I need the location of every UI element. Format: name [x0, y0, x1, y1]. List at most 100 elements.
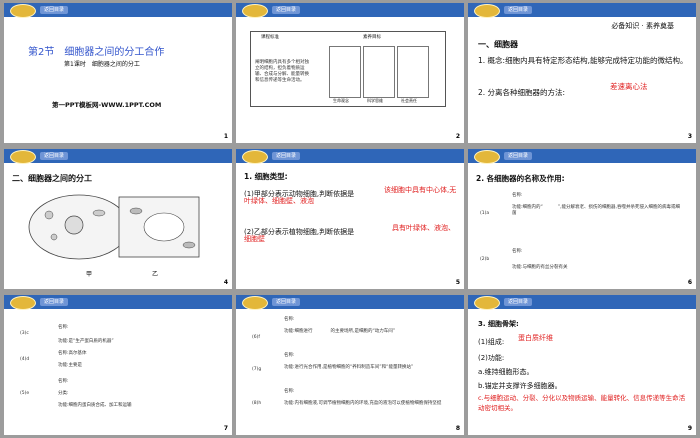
- back-to-contents-button[interactable]: 返回目录: [40, 152, 69, 160]
- item-function: 功能:主要是: [58, 363, 83, 368]
- item-name: 名称:高尔基体: [58, 351, 87, 356]
- item-label: (1)a: [480, 211, 490, 216]
- item-label: (4)d: [20, 357, 30, 362]
- back-to-contents-button[interactable]: 返回目录: [504, 6, 533, 14]
- item-name: 名称:: [512, 193, 523, 198]
- section-heading: 二、细胞器之间的分工: [12, 174, 92, 183]
- row-label: 社会责任: [401, 98, 417, 103]
- slide-number: 2: [455, 133, 460, 140]
- goal-cell: [397, 46, 429, 98]
- lesson-subtitle: 第1课时 细胞器之间的分工: [64, 61, 140, 68]
- item-function: 功能:细胞进行 的主要场所,是细胞的“动力车间”: [284, 329, 396, 334]
- method-text: 2. 分离各种细胞器的方法:: [478, 88, 566, 97]
- logo-icon: [242, 150, 268, 164]
- slide-number: 4: [223, 279, 228, 286]
- item-label: (7)g: [252, 367, 262, 372]
- item-function: 功能:与细胞的有丝分裂有关: [512, 265, 568, 270]
- back-to-contents-button[interactable]: 返回目录: [40, 6, 69, 14]
- back-to-contents-button[interactable]: 返回目录: [504, 152, 533, 160]
- back-to-contents-button[interactable]: 返回目录: [504, 298, 533, 306]
- item-name: 名称:: [512, 249, 523, 254]
- section-heading: 一、细胞器: [478, 40, 518, 49]
- item-label: (5)e: [20, 391, 30, 396]
- slide-number: 6: [687, 279, 692, 286]
- item-name: 名称:: [284, 353, 295, 358]
- table-head-standard: 课程标准: [261, 35, 279, 40]
- q1-answer: 该细胞中具有中心体,无叶绿体、细胞壁、液泡: [244, 186, 457, 205]
- logo-icon: [474, 296, 500, 310]
- slide-header: 返回目录: [468, 295, 696, 310]
- item-name: 名称:: [58, 379, 69, 384]
- q2-answer: 具有叶绿体、液泡、细胞壁: [244, 224, 455, 243]
- item-function: 功能:内有细胞液,可调节植物细胞内的环境,充盈的液泡可以使植物细胞保持坚挺: [284, 401, 442, 406]
- slide-header: 返回目录: [468, 3, 696, 18]
- slide-header: 返回目录: [4, 295, 232, 310]
- organelle: [50, 233, 58, 241]
- item-class: 分类:: [58, 391, 69, 396]
- slide-number: 5: [455, 279, 460, 286]
- goal-cell: [329, 46, 361, 98]
- table-text: 阐明细胞内具有多个相对独立的结构，担负着物质运输、合成与分解、能量转换和信息传递…: [255, 60, 309, 83]
- standards-table: 课程标准 素养目标 阐明细胞内具有多个相对独立的结构，担负着物质运输、合成与分解…: [250, 31, 446, 107]
- item-label: (2)b: [480, 257, 490, 262]
- organelle: [44, 210, 54, 220]
- slide-header: 返回目录: [4, 3, 232, 18]
- item-function: 功能:是“生产蛋白质的机器”: [58, 339, 114, 344]
- logo-icon: [10, 296, 36, 310]
- table-head-goal: 素养目标: [363, 35, 381, 40]
- nucleus: [64, 215, 84, 235]
- logo-icon: [242, 296, 268, 310]
- back-to-contents-button[interactable]: 返回目录: [272, 6, 301, 14]
- function-text: (2)功能:: [478, 354, 505, 362]
- cell-diagram: [28, 194, 200, 260]
- chloroplast: [182, 241, 196, 249]
- slide-number: 9: [687, 425, 692, 432]
- row-label: 科学思维: [367, 98, 383, 103]
- logo-icon: [242, 4, 268, 18]
- vacuole: [143, 212, 185, 242]
- section-banner: 必备知识 · 素养奠基: [611, 22, 674, 30]
- slide-number: 3: [687, 133, 692, 140]
- slide-thumbnail-3[interactable]: 返回目录 必备知识 · 素养奠基 一、细胞器 1. 概念:细胞内具有特定形态结构…: [468, 3, 696, 143]
- definition-text: 1. 概念:细胞内具有特定形态结构,能够完成特定功能的微结构。: [478, 56, 688, 65]
- composition-text: (1)组成:: [478, 338, 505, 346]
- slide-header: 返回目录: [4, 149, 232, 164]
- slide-thumbnail-5[interactable]: 返回目录 1. 细胞类型: (1)甲部分表示动物细胞,判断依据是 该细胞中具有中…: [236, 149, 464, 289]
- item-label: (6)f: [252, 335, 260, 340]
- section-heading: 1. 细胞类型:: [244, 172, 288, 181]
- logo-icon: [474, 150, 500, 164]
- slide-header: 返回目录: [236, 3, 464, 18]
- item-function: 功能:细胞内蛋白质合成、加工和运输: [58, 403, 132, 408]
- item-function: 功能:细胞内的“ ”,能分解衰老、损伤的细胞器,吞噬并杀死侵入细胞的病毒或细菌: [512, 205, 680, 216]
- slide-thumbnail-7[interactable]: 返回目录 (3)c 名称: 功能:是“生产蛋白质的机器” (4)d 名称:高尔基…: [4, 295, 232, 435]
- chloroplast: [129, 207, 143, 215]
- function-b: b.锚定并支撑许多细胞器。: [478, 382, 562, 390]
- section-heading: 3. 细胞骨架:: [478, 320, 519, 328]
- slide-thumbnail-2[interactable]: 返回目录 课程标准 素养目标 阐明细胞内具有多个相对独立的结构，担负着物质运输、…: [236, 3, 464, 143]
- slide-thumbnail-8[interactable]: 返回目录 (6)f 名称: 功能:细胞进行 的主要场所,是细胞的“动力车间” (…: [236, 295, 464, 435]
- slide-thumbnail-9[interactable]: 返回目录 3. 细胞骨架: (1)组成: 蛋白质纤维 (2)功能: a.维持细胞…: [468, 295, 696, 435]
- composition-answer: 蛋白质纤维: [518, 334, 553, 342]
- method-answer: 差速离心法: [610, 82, 648, 91]
- site-watermark: 第一PPT模板网-WWW.1PPT.COM: [52, 101, 162, 109]
- logo-icon: [10, 150, 36, 164]
- label-plant: 乙: [152, 271, 159, 278]
- item-label: (3)c: [20, 331, 29, 336]
- function-a: a.维持细胞形态。: [478, 368, 534, 376]
- item-label: (8)h: [252, 401, 262, 406]
- slide-number: 1: [223, 133, 228, 140]
- back-to-contents-button[interactable]: 返回目录: [272, 152, 301, 160]
- slide-thumbnail-4[interactable]: 返回目录 二、细胞器之间的分工 甲 乙 4: [4, 149, 232, 289]
- item-name: 名称:: [58, 325, 69, 330]
- back-to-contents-button[interactable]: 返回目录: [272, 298, 301, 306]
- item-name: 名称:: [284, 317, 295, 322]
- back-to-contents-button[interactable]: 返回目录: [40, 298, 69, 306]
- function-c: c.与细胞运动、分裂、分化以及物质运输、能量转化、信息传递等生命活动密切相关。: [478, 394, 686, 412]
- label-animal: 甲: [86, 271, 93, 278]
- slide-header: 返回目录: [236, 295, 464, 310]
- slide-thumbnail-1[interactable]: 返回目录 第2节 细胞器之间的分工合作 第1课时 细胞器之间的分工 第一PPT模…: [4, 3, 232, 143]
- slide-header: 返回目录: [468, 149, 696, 164]
- lesson-title: 第2节 细胞器之间的分工合作: [28, 47, 165, 58]
- row-label: 生命观念: [333, 98, 349, 103]
- slide-thumbnail-6[interactable]: 返回目录 2. 各细胞器的名称及作用: (1)a 名称: 功能:细胞内的“ ”,…: [468, 149, 696, 289]
